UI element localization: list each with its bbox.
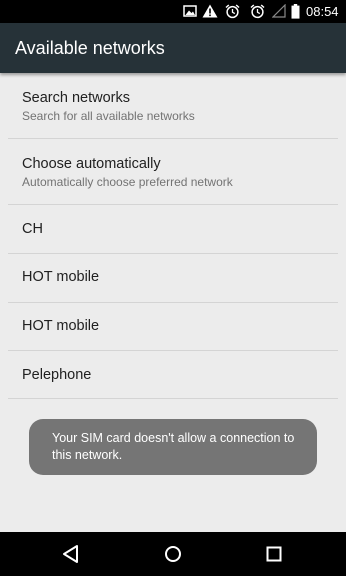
- divider: [8, 398, 338, 399]
- network-name: CH: [22, 221, 43, 237]
- choose-automatically-item[interactable]: Choose automatically Automatically choos…: [0, 139, 346, 204]
- network-item[interactable]: Pelephone: [0, 351, 346, 399]
- network-name: HOT mobile: [22, 269, 100, 285]
- battery-icon: [291, 4, 300, 19]
- recents-icon[interactable]: [262, 542, 286, 566]
- network-name: HOT mobile: [22, 318, 100, 334]
- warning-icon: [202, 4, 218, 18]
- search-networks-item[interactable]: Search networks Search for all available…: [0, 73, 346, 138]
- navigation-bar: [0, 532, 346, 576]
- back-icon[interactable]: [60, 542, 84, 566]
- choose-automatically-subtitle: Automatically choose preferred network: [22, 175, 233, 189]
- page-title: Available networks: [15, 38, 165, 58]
- alarm-icon: [225, 4, 240, 19]
- search-networks-subtitle: Search for all available networks: [22, 109, 195, 123]
- app-bar: Available networks: [0, 23, 346, 73]
- signal-icon: [272, 4, 286, 18]
- status-time: 08:54: [306, 4, 339, 19]
- home-icon[interactable]: [161, 542, 185, 566]
- image-icon: [183, 5, 197, 17]
- network-name: Pelephone: [22, 367, 92, 383]
- network-item[interactable]: CH: [0, 205, 346, 253]
- network-item[interactable]: HOT mobile: [0, 303, 346, 351]
- status-bar: 08:54: [0, 0, 346, 23]
- choose-automatically-title: Choose automatically: [22, 156, 161, 172]
- search-networks-title: Search networks: [22, 90, 130, 106]
- network-item[interactable]: HOT mobile: [0, 254, 346, 302]
- toast-message: Your SIM card doesn't allow a connection…: [29, 419, 317, 475]
- alarm-icon: [250, 4, 265, 19]
